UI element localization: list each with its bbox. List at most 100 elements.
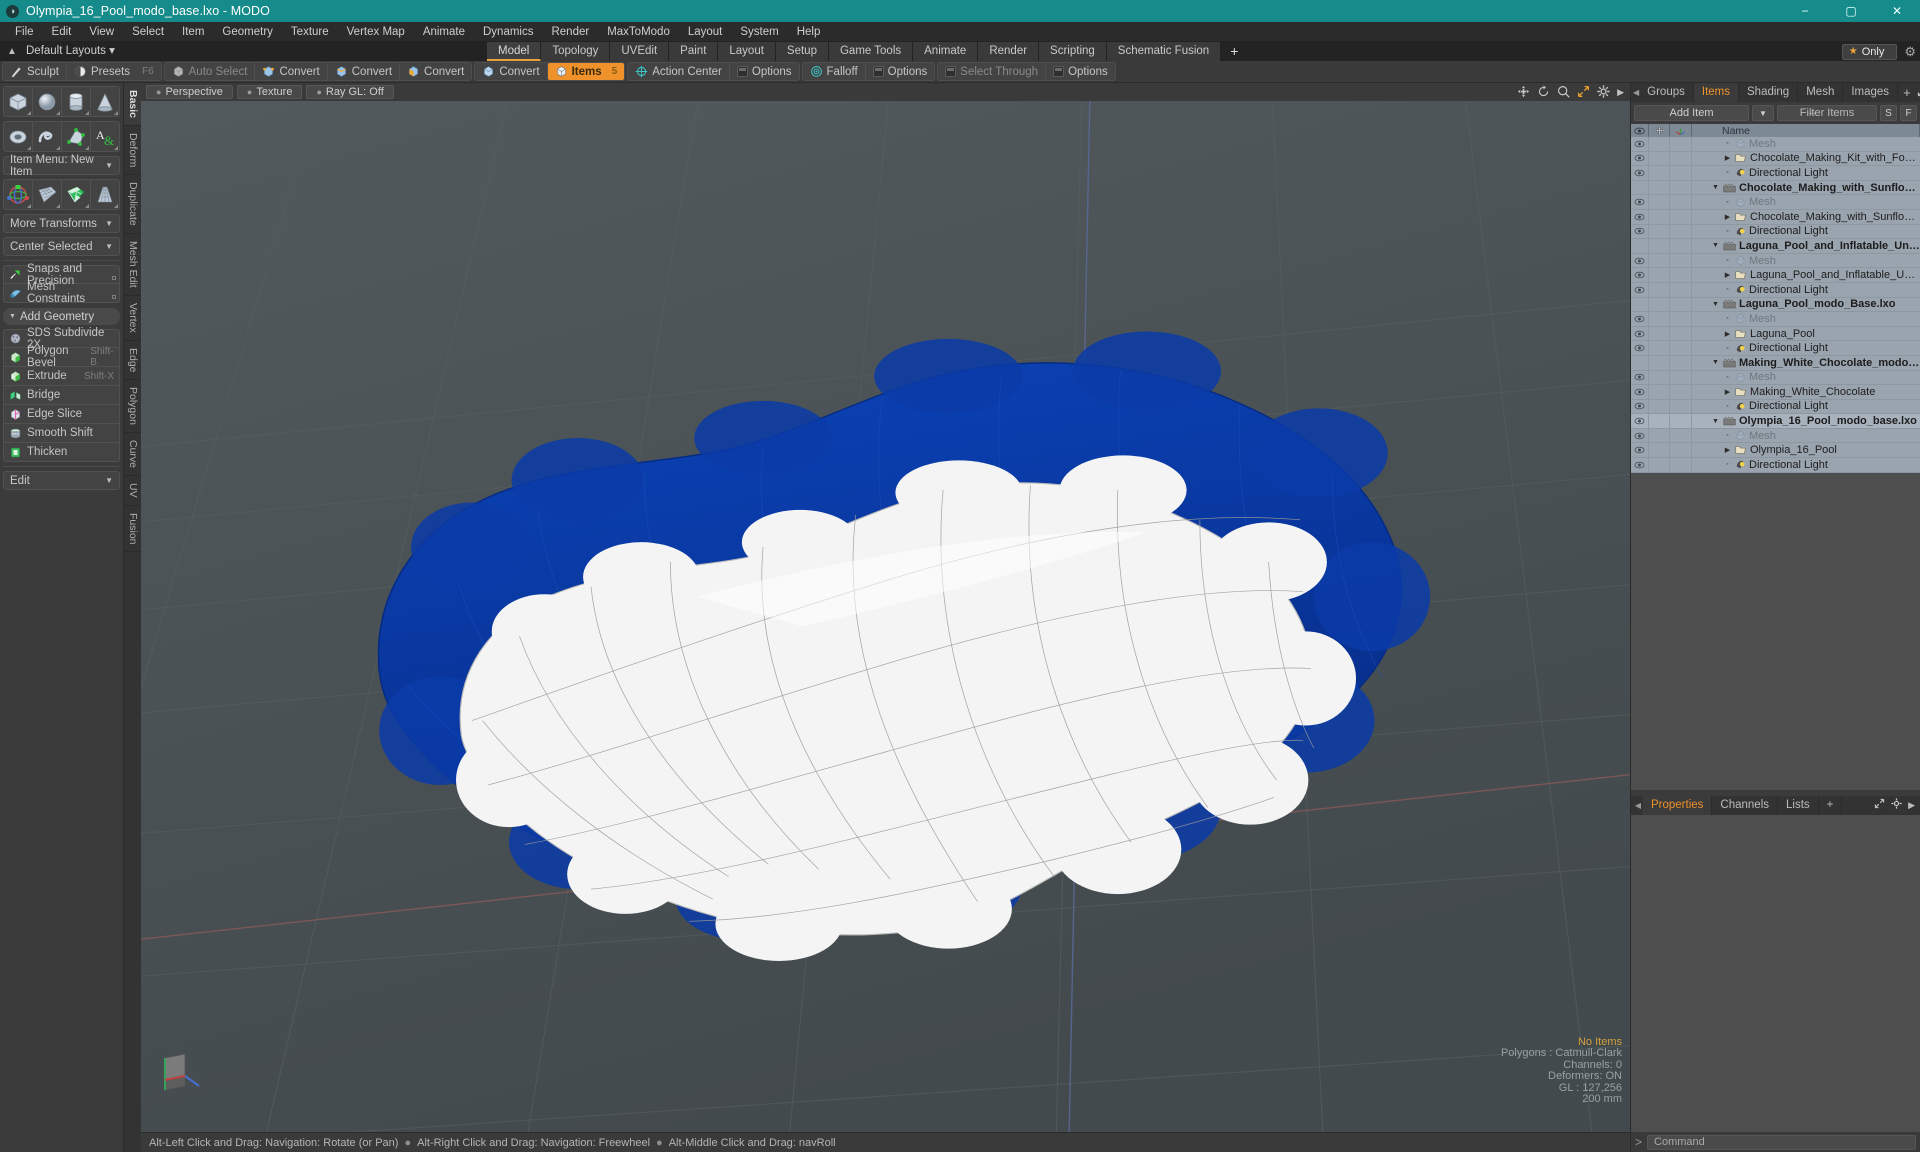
table-row[interactable]: ▪ Mesh — [1631, 370, 1920, 386]
row-move-cell[interactable] — [1649, 224, 1670, 239]
cube-primitive-button[interactable] — [4, 87, 33, 116]
row-axis-cell[interactable] — [1670, 457, 1692, 473]
table-row[interactable]: ▼ Olympia_16_Pool_modo_base.lxo — [1631, 413, 1920, 429]
tool-polygon-bevel-button[interactable]: Polygon Bevel Shift-B — [3, 345, 120, 369]
row-axis-cell[interactable] — [1670, 370, 1692, 385]
eye-icon[interactable] — [1631, 311, 1649, 327]
chevron-down-icon[interactable]: ▼ — [1711, 418, 1720, 425]
torus-primitive-button[interactable] — [4, 122, 33, 151]
item-name-cell[interactable]: ▶ Chocolate_Making_with_Sunflower_Seeds — [1692, 211, 1920, 223]
item-name-cell[interactable]: ▪ Directional Light — [1692, 342, 1920, 354]
cylinder-primitive-button[interactable] — [62, 87, 91, 116]
row-move-cell[interactable] — [1649, 428, 1670, 443]
gear-icon[interactable] — [1891, 798, 1902, 812]
eye-icon[interactable] — [1631, 370, 1649, 385]
eye-icon[interactable] — [1631, 151, 1649, 166]
row-axis-cell[interactable] — [1670, 165, 1692, 181]
table-row[interactable]: ▼ Laguna_Pool_modo_Base.lxo — [1631, 297, 1920, 313]
3d-viewport[interactable]: No Items Polygons : Catmull-Clark Channe… — [141, 101, 1630, 1132]
maximize-button[interactable]: ▢ — [1828, 0, 1874, 22]
eye-icon[interactable] — [1631, 326, 1649, 341]
chevron-left-icon[interactable]: ◀ — [1633, 796, 1643, 815]
row-axis-cell[interactable] — [1670, 340, 1692, 356]
tool-edge-slice-button[interactable]: Edge Slice — [3, 405, 120, 424]
menu-item-layout[interactable]: Layout — [679, 22, 732, 42]
eye-icon[interactable] — [1631, 384, 1649, 400]
row-move-cell[interactable] — [1649, 238, 1670, 254]
left-vertical-tab-deform[interactable]: Deform — [124, 126, 141, 176]
taper-mesh-button[interactable] — [91, 180, 119, 209]
item-name-cell[interactable]: ▪ Directional Light — [1692, 225, 1920, 237]
layout-tab-scripting[interactable]: Scripting — [1039, 42, 1107, 61]
tool-bridge-button[interactable]: Bridge — [3, 386, 120, 405]
cone-primitive-button[interactable] — [91, 87, 119, 116]
table-row[interactable]: ▼ Laguna_Pool_and_Inflatable_Unicorn_Pool… — [1631, 238, 1920, 254]
add-item-button[interactable]: Add Item — [1634, 105, 1749, 121]
item-name-cell[interactable]: ▼ Laguna_Pool_modo_Base.lxo — [1692, 298, 1920, 310]
center-selected-dropdown[interactable]: Center Selected ▼ — [3, 237, 120, 256]
command-input[interactable]: Command — [1647, 1134, 1916, 1150]
row-axis-cell[interactable] — [1670, 267, 1692, 283]
table-row[interactable]: ▼ Making_White_Chocolate_modo_base.lxo — [1631, 355, 1920, 371]
polygon-points-button[interactable] — [62, 122, 91, 151]
properties-tab--[interactable]: + — [1819, 795, 1843, 815]
convert-edge-button[interactable]: Convert — [328, 63, 401, 80]
table-row[interactable]: ▶ Chocolate_Making_Kit_with_Food_Ther ... — [1631, 151, 1920, 167]
left-vertical-tab-mesh-edit[interactable]: Mesh Edit — [124, 234, 141, 296]
row-move-cell[interactable] — [1649, 399, 1670, 414]
chevron-down-icon[interactable]: ▼ — [1711, 301, 1720, 308]
filter-f-button[interactable]: F — [1900, 105, 1917, 121]
item-name-cell[interactable]: ▪ Mesh — [1692, 138, 1920, 150]
table-row[interactable]: ▪ Directional Light — [1631, 282, 1920, 298]
item-name-cell[interactable]: ▪ Directional Light — [1692, 284, 1920, 296]
item-name-cell[interactable]: ▼ Laguna_Pool_and_Inflatable_Unicorn_Pool… — [1692, 240, 1920, 252]
eye-icon[interactable] — [1631, 137, 1649, 152]
layout-tab-animate[interactable]: Animate — [913, 42, 979, 61]
menu-item-texture[interactable]: Texture — [282, 22, 338, 42]
convert-polygon-button[interactable]: Convert — [400, 63, 471, 80]
layout-tab-layout[interactable]: Layout — [718, 42, 776, 61]
chevron-right-icon[interactable]: ▶ — [1617, 87, 1624, 97]
item-name-cell[interactable]: ▪ Directional Light — [1692, 167, 1920, 179]
row-axis-cell[interactable] — [1670, 297, 1692, 312]
row-move-cell[interactable] — [1649, 297, 1670, 312]
gear-icon[interactable]: ⚙ — [1904, 44, 1916, 60]
layout-tab-uvedit[interactable]: UVEdit — [610, 42, 670, 61]
menu-item-edit[interactable]: Edit — [43, 22, 81, 42]
chevron-down-icon[interactable]: ▼ — [1711, 184, 1720, 191]
right-tab-mesh-...[interactable]: Mesh ... — [1798, 83, 1844, 117]
right-tab-items[interactable]: Items — [1693, 83, 1739, 102]
add-layout-tab-button[interactable]: + — [1221, 42, 1248, 61]
add-tab-icon[interactable]: + — [1903, 85, 1911, 100]
properties-tab-channels[interactable]: Channels — [1712, 795, 1779, 815]
table-row[interactable]: ▪ Directional Light — [1631, 165, 1920, 181]
transform-gizmo-button[interactable] — [4, 180, 33, 209]
item-name-cell[interactable]: ▶ Laguna_Pool — [1692, 328, 1920, 340]
eye-icon[interactable] — [1631, 238, 1649, 254]
item-name-cell[interactable]: ▪ Mesh — [1692, 430, 1920, 442]
table-row[interactable]: ▶ Laguna_Pool — [1631, 326, 1920, 342]
table-row[interactable]: ▪ Mesh — [1631, 311, 1920, 327]
eye-icon[interactable] — [1631, 297, 1649, 312]
item-name-cell[interactable]: ▪ Mesh — [1692, 196, 1920, 208]
table-row[interactable]: ▪ Mesh — [1631, 428, 1920, 444]
left-vertical-tab-fusion[interactable]: Fusion — [124, 505, 141, 553]
row-axis-cell[interactable] — [1670, 311, 1692, 327]
row-move-cell[interactable] — [1649, 457, 1670, 473]
eye-icon[interactable] — [1631, 194, 1649, 210]
row-move-cell[interactable] — [1649, 151, 1670, 166]
viewport-tab-texture[interactable]: ● Texture — [236, 85, 303, 99]
items-mode-button[interactable]: Items 5 — [547, 63, 625, 80]
item-name-cell[interactable]: ▪ Mesh — [1692, 371, 1920, 383]
falloff-options-button[interactable]: Options — [866, 63, 935, 80]
tool-thicken-button[interactable]: Thicken — [3, 443, 120, 462]
checker-plane-button[interactable] — [62, 180, 91, 209]
row-axis-cell[interactable] — [1670, 151, 1692, 166]
item-name-cell[interactable]: ▼ Olympia_16_Pool_modo_base.lxo — [1692, 415, 1920, 427]
chevron-right-icon[interactable]: ▶ — [1908, 800, 1915, 811]
layout-tab-paint[interactable]: Paint — [669, 42, 719, 61]
item-name-cell[interactable]: ▼ Chocolate_Making_with_Sunflower_Seeds .… — [1692, 182, 1920, 194]
sculpt-button[interactable]: Sculpt — [3, 63, 67, 80]
eye-icon[interactable] — [1631, 428, 1649, 443]
menu-item-animate[interactable]: Animate — [414, 22, 474, 42]
